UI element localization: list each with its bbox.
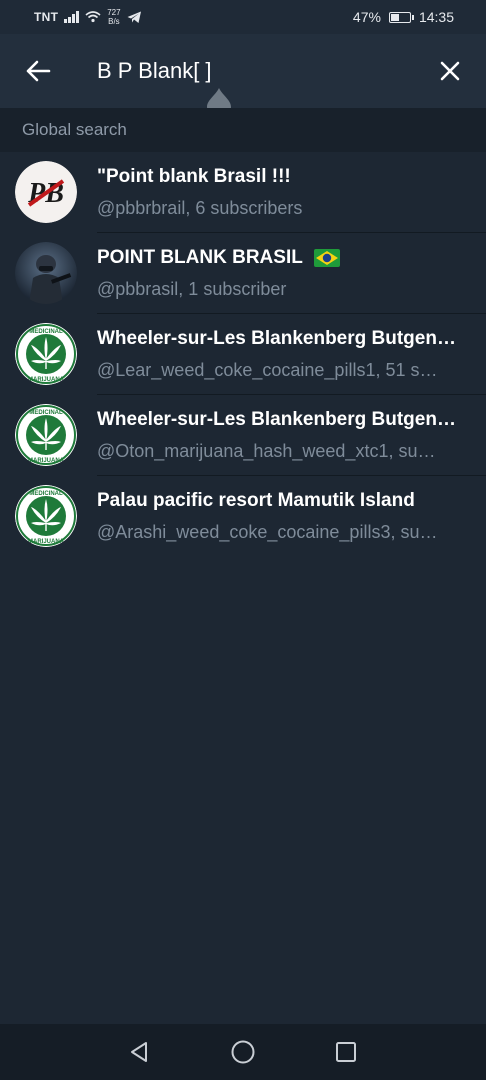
search-input[interactable] <box>97 56 397 86</box>
section-header: Global search <box>0 108 486 152</box>
avatar: MEDICINAL MARIJUANA <box>15 323 77 385</box>
status-bar: TNT 727 B/s 47% 14:35 <box>0 0 486 34</box>
result-subtitle: @Lear_weed_coke_cocaine_pills1, 51 subsc… <box>97 360 442 380</box>
status-left: TNT 727 B/s <box>34 0 142 34</box>
nav-back-button[interactable] <box>124 1037 154 1067</box>
search-results: PB "Point blank Brasil !!! @pbbrbrail, 6… <box>0 152 486 557</box>
soldier-photo-icon <box>15 242 77 304</box>
arrow-left-icon <box>26 60 51 82</box>
list-item[interactable]: MEDICINAL MARIJUANA Palau pacific resort… <box>0 476 486 557</box>
back-button[interactable] <box>20 54 56 88</box>
svg-text:MARIJUANA: MARIJUANA <box>28 377 65 383</box>
svg-text:MARIJUANA: MARIJUANA <box>28 458 65 464</box>
result-subtitle: @pbbrbrail, 6 subscribers <box>97 198 303 218</box>
search-header <box>0 34 486 108</box>
telegram-icon <box>127 11 141 23</box>
system-nav-bar <box>0 1024 486 1080</box>
network-speed-unit: B/s <box>108 17 120 26</box>
marijuana-leaf-logo-icon: MEDICINAL MARIJUANA <box>15 485 77 547</box>
signal-icon <box>64 11 80 23</box>
square-recents-icon <box>336 1042 356 1062</box>
battery-icon <box>388 11 414 23</box>
marijuana-leaf-logo-icon: MEDICINAL MARIJUANA <box>15 323 77 385</box>
status-right: 47% 14:35 <box>353 0 454 34</box>
marijuana-leaf-logo-icon: MEDICINAL MARIJUANA <box>15 404 77 466</box>
triangle-back-icon <box>131 1042 147 1062</box>
result-subtitle: @Arashi_weed_coke_cocaine_pills3, subscr… <box>97 522 442 542</box>
svg-text:MEDICINAL: MEDICINAL <box>29 410 63 416</box>
result-title: Wheeler-sur-Les Blankenberg Butgenbach <box>97 328 457 349</box>
close-icon <box>440 61 460 81</box>
avatar: PB <box>15 161 77 223</box>
nav-recents-button[interactable] <box>331 1037 361 1067</box>
section-title: Global search <box>22 120 127 139</box>
wifi-icon <box>85 11 101 23</box>
nav-home-button[interactable] <box>228 1037 258 1067</box>
avatar <box>15 242 77 304</box>
brazil-flag-icon <box>313 248 340 267</box>
list-item[interactable]: POINT BLANK BRASIL @pbbrasil, 1 subscrib… <box>0 233 486 314</box>
avatar: MEDICINAL MARIJUANA <box>15 485 77 547</box>
circle-home-icon <box>231 1040 255 1064</box>
result-subtitle: @pbbrasil, 1 subscriber <box>97 279 287 299</box>
svg-text:MEDICINAL: MEDICINAL <box>29 329 63 335</box>
result-subtitle: @Oton_marijuana_hash_weed_xtc1, subscrib… <box>97 441 442 461</box>
carrier-label: TNT <box>34 10 59 24</box>
result-title: "Point blank Brasil !!! <box>97 166 291 187</box>
result-title: Wheeler-sur-Les Blankenberg Butgenbach <box>97 409 457 430</box>
svg-text:MARIJUANA: MARIJUANA <box>28 539 65 545</box>
result-title: Palau pacific resort Mamutik Island <box>97 490 415 511</box>
battery-percent: 47% <box>352 9 381 25</box>
clear-search-button[interactable] <box>432 54 468 88</box>
result-title-text: POINT BLANK BRASIL <box>97 247 303 268</box>
list-item[interactable]: MEDICINAL MARIJUANA Wheeler-sur-Les Blan… <box>0 395 486 476</box>
list-item[interactable]: PB "Point blank Brasil !!! @pbbrbrail, 6… <box>0 152 486 233</box>
clock: 14:35 <box>418 9 454 25</box>
network-speed-value: 727 <box>107 8 121 17</box>
pb-logo-icon: PB <box>15 161 77 223</box>
list-item[interactable]: MEDICINAL MARIJUANA Wheeler-sur-Les Blan… <box>0 314 486 395</box>
avatar: MEDICINAL MARIJUANA <box>15 404 77 466</box>
network-speed: 727 B/s <box>107 8 120 26</box>
battery-level <box>390 13 399 21</box>
result-title: POINT BLANK BRASIL <box>97 247 457 269</box>
svg-text:MEDICINAL: MEDICINAL <box>29 491 63 497</box>
